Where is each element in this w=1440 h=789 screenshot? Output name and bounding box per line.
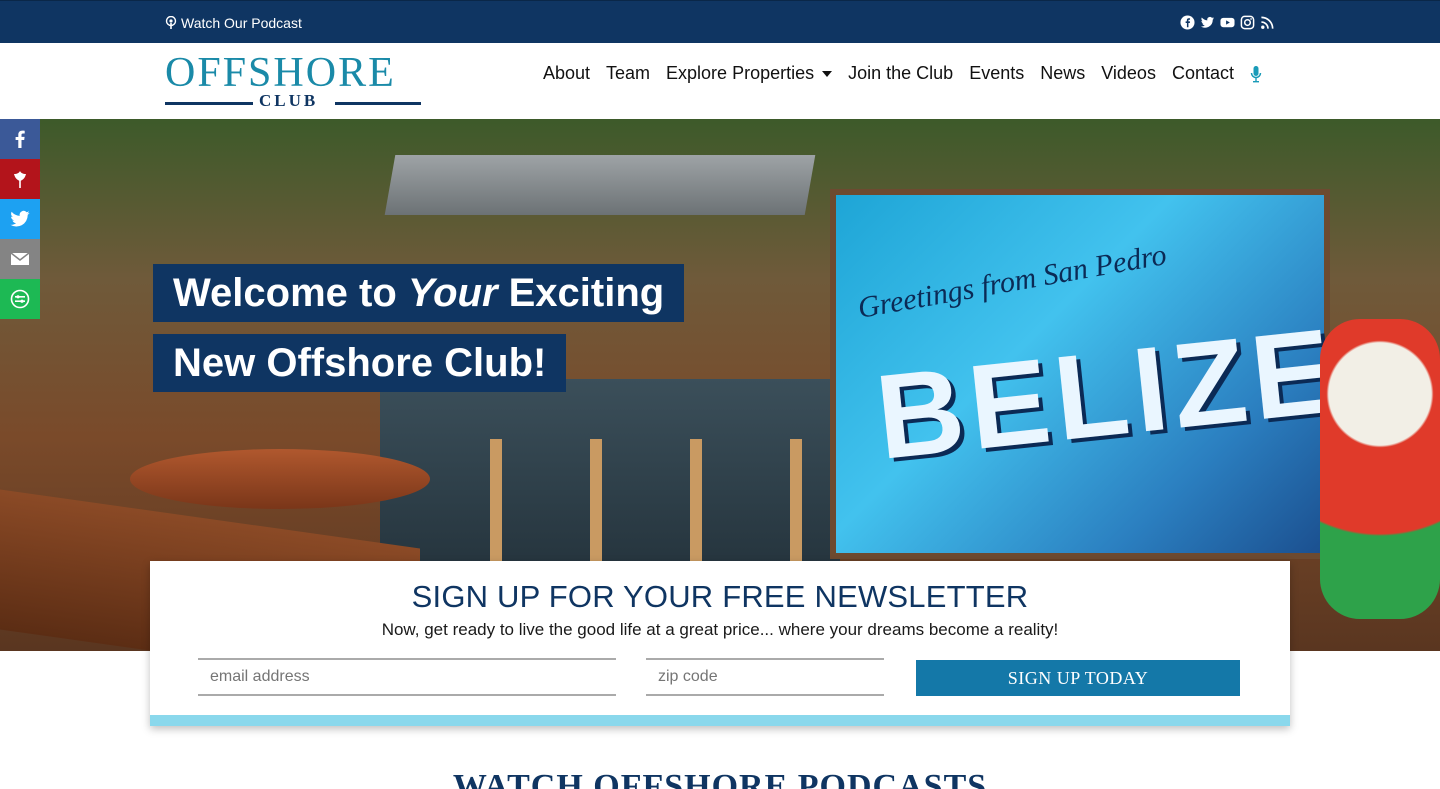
newsletter-subtitle: Now, get ready to live the good life at … <box>381 620 1059 639</box>
facebook-share-button[interactable] <box>0 119 40 159</box>
instagram-icon[interactable] <box>1240 15 1255 30</box>
youtube-icon[interactable] <box>1220 15 1235 30</box>
twitter-icon[interactable] <box>1200 15 1215 30</box>
twitter-icon <box>10 210 30 227</box>
hero-title-line1: Welcome to Your Exciting <box>153 264 685 322</box>
social-links <box>1180 15 1275 30</box>
mural-greeting: Greetings from San Pedro <box>855 238 1169 325</box>
hero-roof-shape <box>384 155 816 215</box>
hero-santa-figure <box>1320 319 1440 619</box>
facebook-icon <box>15 130 25 148</box>
nav-team[interactable]: Team <box>606 63 650 84</box>
site-header: OFFSHORE CLUB About Team Explore Propert… <box>0 43 1440 119</box>
mural-word: BELIZE <box>870 303 1345 485</box>
pinterest-share-button[interactable] <box>0 159 40 199</box>
hero-title-line2: New Offshore Club! <box>153 334 567 392</box>
chevron-down-icon <box>822 70 833 77</box>
offshore-club-logo[interactable]: OFFSHORE CLUB <box>165 50 421 110</box>
more-share-button[interactable] <box>0 279 40 319</box>
podcasts-section-heading: WATCH OFFSHORE PODCASTS <box>452 768 988 789</box>
hero-title-emphasis: Your <box>407 271 498 315</box>
facebook-icon[interactable] <box>1180 15 1195 30</box>
logo-wordmark: OFFSHORE <box>165 50 396 96</box>
rss-icon[interactable] <box>1260 15 1275 30</box>
envelope-icon <box>10 252 30 265</box>
main-nav: About Team Explore Properties Join the C… <box>543 63 1262 84</box>
nav-explore-label: Explore Properties <box>666 63 815 83</box>
nav-contact[interactable]: Contact <box>1172 63 1234 84</box>
twitter-share-button[interactable] <box>0 199 40 239</box>
nav-join-the-club[interactable]: Join the Club <box>848 63 953 84</box>
nav-events[interactable]: Events <box>969 63 1024 84</box>
nav-about[interactable]: About <box>543 63 590 84</box>
pinterest-icon <box>14 171 26 188</box>
nav-news[interactable]: News <box>1040 63 1085 84</box>
email-input[interactable] <box>198 658 616 696</box>
watch-podcast-link[interactable]: Watch Our Podcast <box>165 15 302 31</box>
watch-podcast-label: Watch Our Podcast <box>181 15 302 31</box>
nav-videos[interactable]: Videos <box>1101 63 1156 84</box>
logo-rule-right <box>335 102 421 105</box>
microphone-icon <box>1250 65 1262 82</box>
logo-rule-left <box>165 102 253 105</box>
email-share-button[interactable] <box>0 239 40 279</box>
podcast-icon <box>165 16 177 29</box>
hero-title-text-a: Welcome to <box>173 271 408 315</box>
hero-mural: Greetings from San Pedro BELIZE <box>830 189 1344 559</box>
newsletter-title: SIGN UP FOR YOUR FREE NEWSLETTER <box>411 579 1029 614</box>
share-sidebar <box>0 119 40 319</box>
hero-title-text-b: Exciting <box>497 271 665 315</box>
nav-explore-properties[interactable]: Explore Properties <box>666 63 833 84</box>
newsletter-signup: SIGN UP FOR YOUR FREE NEWSLETTER Now, ge… <box>150 561 1290 726</box>
zip-code-input[interactable] <box>646 658 884 696</box>
sign-up-button[interactable]: SIGN UP TODAY <box>916 660 1240 696</box>
top-bar: Watch Our Podcast <box>0 0 1440 43</box>
nav-podcast[interactable] <box>1250 65 1262 83</box>
hero-table-shape <box>130 449 430 509</box>
logo-subtitle: CLUB <box>259 91 319 110</box>
share-more-icon <box>10 289 30 309</box>
